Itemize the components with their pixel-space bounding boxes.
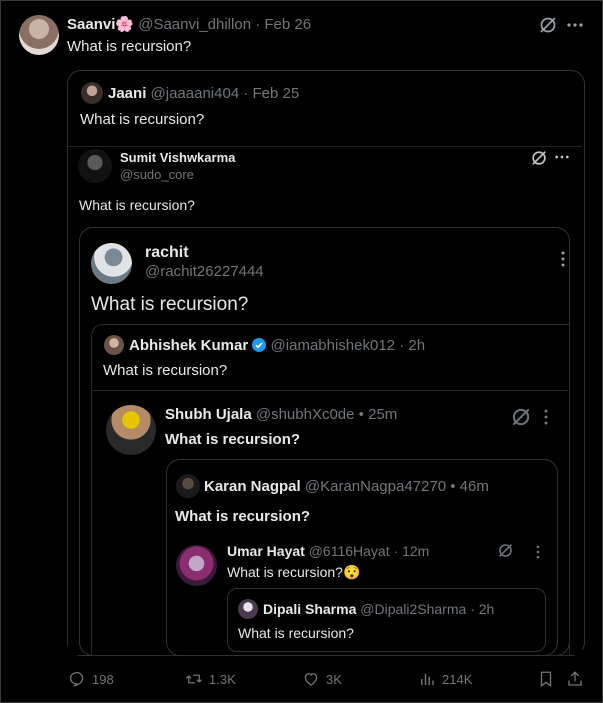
more-icon[interactable]: [532, 544, 544, 560]
q7-header: Umar Hayat @6116Hayat · 12m: [227, 543, 430, 559]
avatar-jaani[interactable]: [81, 82, 103, 104]
q4-text: What is recursion?: [103, 362, 228, 379]
more-icon[interactable]: [566, 16, 584, 34]
q6-text: What is recursion?: [175, 508, 311, 525]
q1-header: Jaani @jaaaani404 · Feb 25: [108, 85, 300, 102]
avatar-umar[interactable]: [176, 545, 217, 586]
author-name[interactable]: Saanvi: [67, 16, 115, 33]
q2-name[interactable]: Sumit Vishwkarma: [120, 150, 235, 165]
divider: [92, 390, 568, 391]
grok-icon[interactable]: [530, 149, 548, 167]
repost-button[interactable]: 1.3K: [185, 670, 236, 688]
avatar-rachit[interactable]: [91, 243, 132, 284]
reply-icon: [69, 671, 84, 687]
tweet-text: What is recursion?: [67, 38, 192, 55]
q6-header: Karan Nagpal @KaranNagpa47270 • 46m: [204, 478, 489, 495]
q2-text: What is recursion?: [79, 197, 195, 213]
main-header: Saanvi🌸 @Saanvi_dhillon · Feb 26: [67, 16, 312, 33]
q7-text: What is recursion?😯: [227, 564, 361, 580]
q1-text: What is recursion?: [80, 111, 205, 128]
avatar-dipali[interactable]: [238, 599, 258, 619]
reply-button[interactable]: 198: [68, 670, 114, 688]
avatar-abhishek[interactable]: [104, 335, 124, 355]
astonished-emoji: 😯: [342, 564, 361, 580]
share-icon[interactable]: [566, 670, 584, 688]
q3-text: What is recursion?: [91, 294, 249, 315]
more-icon[interactable]: [554, 149, 570, 165]
avatar-sumit[interactable]: [78, 149, 112, 183]
avatar-saanvi[interactable]: [19, 15, 59, 55]
q4-header: Abhishek Kumar @iamabhishek012 · 2h: [129, 337, 426, 354]
author-handle[interactable]: @Saanvi_dhillon: [138, 16, 251, 33]
views-button[interactable]: 214K: [418, 670, 472, 688]
q2-handle[interactable]: @sudo_core: [120, 167, 194, 182]
verified-badge-icon: [252, 338, 267, 352]
q3-handle[interactable]: @rachit26227444: [145, 263, 264, 280]
flower-emoji: 🌸: [115, 16, 135, 33]
repost-icon: [186, 674, 202, 684]
grok-icon[interactable]: [497, 542, 514, 559]
tweet-date[interactable]: Feb 26: [264, 16, 311, 33]
like-button[interactable]: 3K: [302, 670, 342, 688]
like-icon: [304, 673, 318, 686]
views-icon: [421, 673, 434, 685]
bookmark-icon[interactable]: [537, 670, 555, 688]
q8-header: Dipali Sharma @Dipali2Sharma · 2h: [263, 601, 495, 617]
q8-text: What is recursion?: [238, 625, 354, 641]
grok-icon[interactable]: [538, 15, 558, 35]
q5-text: What is recursion?: [165, 431, 301, 448]
avatar-shubh[interactable]: [106, 405, 156, 455]
more-icon[interactable]: [556, 250, 570, 268]
grok-icon[interactable]: [510, 406, 532, 428]
quote-dipali[interactable]: [227, 588, 546, 652]
avatar-karan[interactable]: [176, 474, 200, 498]
more-icon[interactable]: [540, 408, 552, 426]
q3-name[interactable]: rachit: [145, 244, 189, 262]
q5-header: Shubh Ujala @shubhXc0de • 25m: [165, 406, 398, 423]
